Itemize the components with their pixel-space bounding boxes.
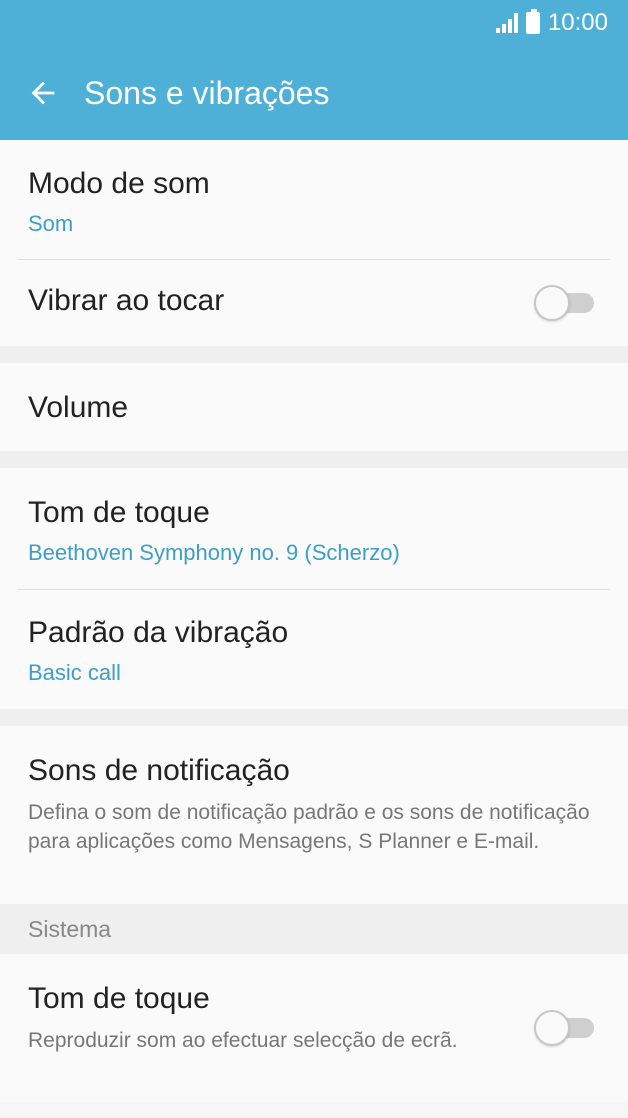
setting-title: Tom de toque (28, 982, 210, 1015)
setting-item-volume[interactable]: Volume (0, 363, 628, 451)
setting-title: Sons de notificação (28, 754, 290, 787)
status-bar: 10:00 (0, 0, 628, 46)
setting-item-vibrar-ao-tocar[interactable]: Vibrar ao tocar (0, 259, 628, 346)
setting-item-padrao-da-vibracao[interactable]: Padrão da vibração Basic call (0, 589, 628, 709)
setting-title: Vibrar ao tocar (28, 284, 225, 317)
setting-value: Som (28, 211, 74, 236)
section-gap (0, 451, 628, 468)
setting-title: Padrão da vibração (28, 616, 289, 649)
setting-description: Reproduzir som ao efectuar selecção de e… (28, 1029, 458, 1052)
notification-card: Sons de notificação Defina o som de noti… (0, 726, 628, 904)
setting-title: Modo de som (28, 167, 210, 200)
setting-title: Volume (28, 391, 129, 424)
toggle-thumb (534, 1010, 570, 1046)
back-arrow-icon[interactable] (26, 76, 60, 110)
section-gap (0, 709, 628, 726)
setting-item-sons-de-notificacao[interactable]: Sons de notificação Defina o som de noti… (0, 726, 628, 904)
status-time: 10:00 (547, 9, 608, 36)
setting-description: Defina o som de notificação padrão e os … (28, 801, 590, 853)
toggle-thumb (534, 284, 570, 321)
system-tom-de-toque-toggle[interactable] (534, 1010, 594, 1046)
battery-icon (525, 9, 540, 34)
setting-item-system-tom-de-toque[interactable]: Tom de toque Reproduzir som ao efectuar … (0, 954, 628, 1102)
page-title: Sons e vibrações (84, 74, 330, 111)
status-icons: 10:00 (495, 9, 608, 37)
ringtone-card: Tom de toque Beethoven Symphony no. 9 (S… (0, 468, 628, 709)
app-bar: Sons e vibrações (0, 46, 628, 140)
setting-value: Beethoven Symphony no. 9 (Scherzo) (28, 540, 400, 565)
setting-item-tom-de-toque[interactable]: Tom de toque Beethoven Symphony no. 9 (S… (0, 468, 628, 589)
section-gap (0, 346, 628, 363)
system-card: Tom de toque Reproduzir som ao efectuar … (0, 954, 628, 1102)
section-header-sistema: Sistema (0, 904, 628, 954)
sound-mode-card: Modo de som Som Vibrar ao tocar (0, 140, 628, 346)
signal-icon (495, 13, 518, 33)
setting-title: Tom de toque (28, 496, 210, 529)
setting-item-modo-de-som[interactable]: Modo de som Som (0, 140, 628, 259)
setting-value: Basic call (28, 660, 121, 685)
volume-card: Volume (0, 363, 628, 451)
vibrar-ao-tocar-toggle[interactable] (534, 284, 594, 321)
